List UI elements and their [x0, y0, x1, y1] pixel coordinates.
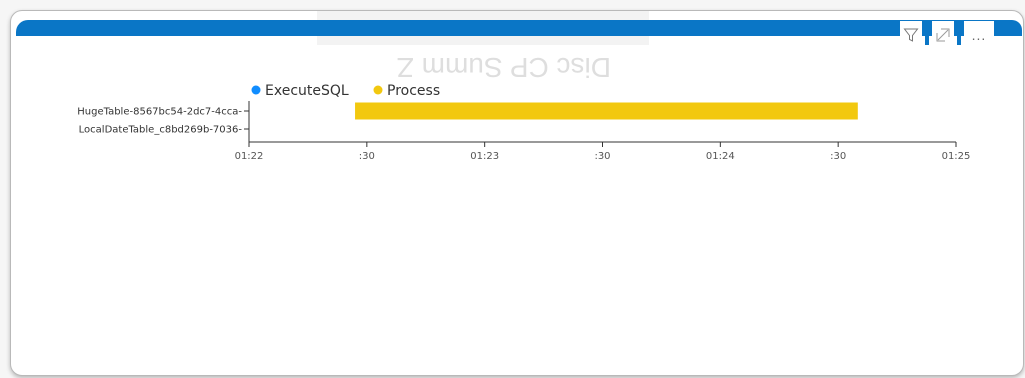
legend-label: Process [387, 83, 440, 99]
chart-bars [355, 102, 858, 120]
legend-item-process[interactable]: Process [373, 83, 441, 99]
legend-marker [251, 85, 261, 95]
x-tick-label: :30 [359, 151, 375, 162]
x-tick-label: 01:23 [470, 151, 499, 162]
chart-legend: ExecuteSQL Process [251, 83, 441, 99]
y-tick-label: LocalDateTable_c8bd269b-7036- [79, 125, 243, 136]
x-tick-label: :30 [830, 151, 846, 162]
x-tick-label: 01:24 [706, 151, 735, 162]
timeline-bar-process[interactable] [355, 102, 858, 120]
page-background: Disc CP Summ Z ... ExecuteSQL Process Hug… [0, 0, 1025, 378]
legend-label: ExecuteSQL [265, 83, 349, 99]
x-tick-label: 01:25 [942, 151, 971, 162]
timeline-chart: ExecuteSQL Process HugeTable-8567bc54-2dc… [77, 83, 971, 162]
x-tick-label: :30 [594, 151, 610, 162]
x-tick-label: 01:22 [235, 151, 264, 162]
legend-item-executesql[interactable]: ExecuteSQL [251, 83, 349, 99]
y-tick-label: HugeTable-8567bc54-2dc7-4cca- [77, 107, 242, 118]
legend-marker [373, 85, 383, 95]
